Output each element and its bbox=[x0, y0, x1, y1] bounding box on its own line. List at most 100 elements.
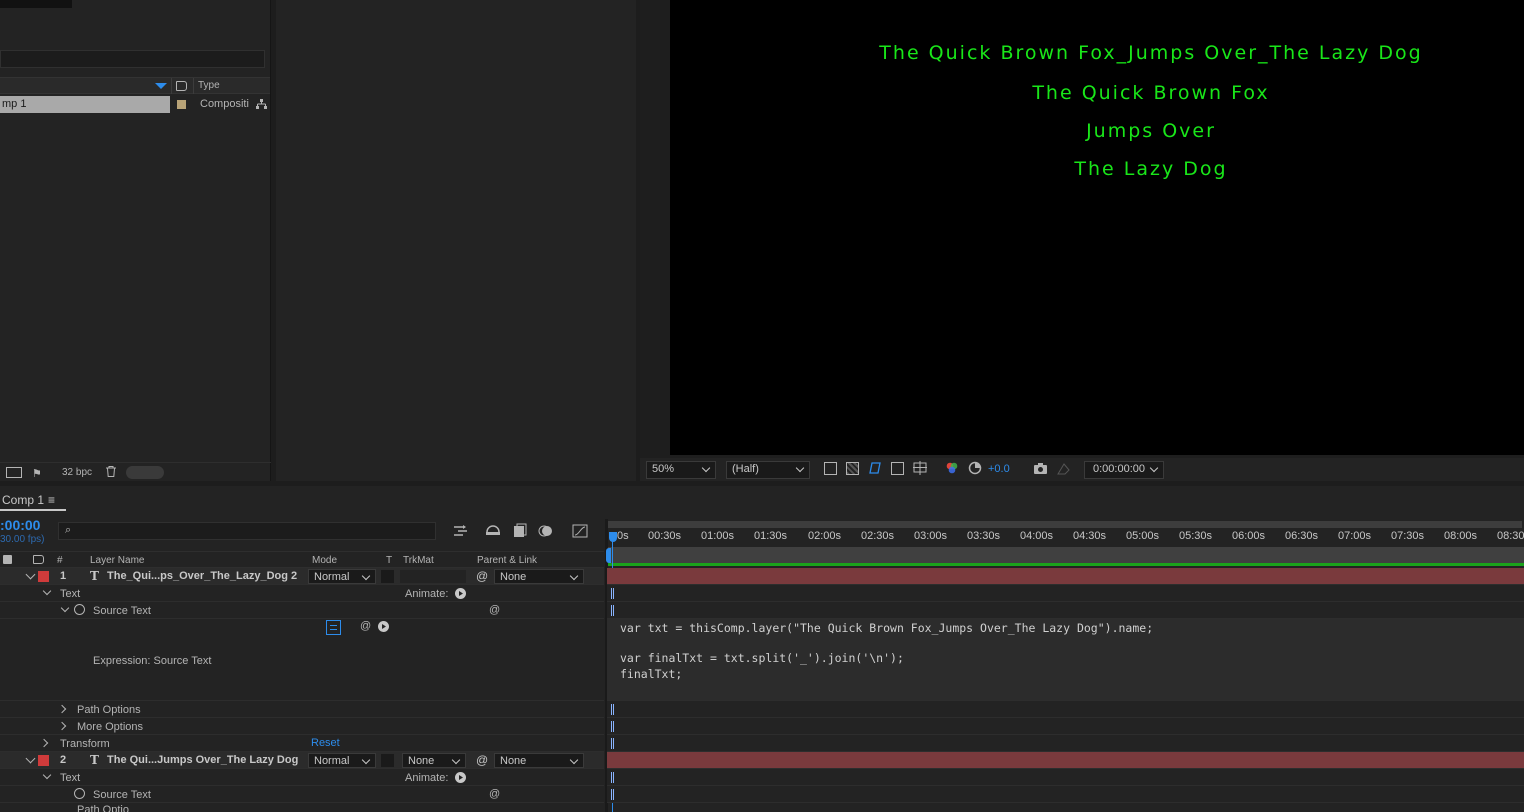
ruler-tick-label: 03:30s bbox=[967, 530, 1001, 542]
trkmat-select[interactable]: None bbox=[402, 753, 466, 768]
pick-whip-icon[interactable]: @ bbox=[476, 753, 488, 767]
column-type-label[interactable]: Type bbox=[198, 80, 220, 91]
expression-enable-toggle[interactable] bbox=[326, 620, 341, 635]
blend-mode-select[interactable]: Normal bbox=[308, 753, 376, 768]
animate-play-icon[interactable] bbox=[455, 588, 466, 599]
interpret-footage-icon[interactable] bbox=[6, 467, 22, 478]
zoom-select[interactable]: 50% bbox=[646, 461, 716, 479]
exposure-value[interactable]: +0.0 bbox=[988, 463, 1010, 475]
work-area-bar[interactable] bbox=[607, 521, 1522, 528]
label-color-red[interactable] bbox=[38, 755, 49, 766]
stopwatch-icon[interactable] bbox=[74, 788, 85, 799]
pick-whip-icon[interactable]: @ bbox=[476, 569, 488, 583]
current-time-readout[interactable]: :00:00 bbox=[0, 517, 40, 533]
project-scrollbar[interactable] bbox=[126, 466, 164, 479]
trkmat-empty[interactable] bbox=[400, 570, 466, 583]
label-color-swatch[interactable] bbox=[177, 100, 186, 109]
layer-duration-bar[interactable] bbox=[607, 568, 1524, 585]
project-search-input[interactable] bbox=[0, 50, 265, 68]
current-time-display[interactable]: 0:00:00:00 bbox=[1084, 461, 1164, 479]
layer-row[interactable]: 1 T The_Qui...ps_Over_The_Lazy_Dog 2 Nor… bbox=[0, 568, 604, 585]
show-snapshot-icon[interactable] bbox=[1056, 462, 1071, 475]
stopwatch-icon[interactable] bbox=[74, 604, 85, 615]
playhead[interactable] bbox=[609, 532, 617, 542]
layer-name[interactable]: The Qui...Jumps Over_The Lazy Dog bbox=[107, 754, 298, 766]
animate-play-icon[interactable] bbox=[455, 772, 466, 783]
grid-guides-icon[interactable] bbox=[913, 461, 927, 475]
keyframe-ibeam bbox=[611, 789, 614, 800]
color-management-icon[interactable] bbox=[968, 461, 982, 475]
work-area-start-handle[interactable] bbox=[606, 548, 611, 563]
path-options-row[interactable]: Path Optio bbox=[0, 803, 604, 812]
timeline-row bbox=[607, 585, 1524, 602]
mask-visibility-icon[interactable] bbox=[868, 461, 882, 475]
collapse-chevron-icon[interactable] bbox=[57, 721, 67, 731]
graph-editor-icon[interactable] bbox=[572, 522, 588, 538]
viewer-text-line-4: The Lazy Dog bbox=[1074, 158, 1228, 180]
sort-down-icon[interactable] bbox=[155, 83, 167, 89]
expand-chevron-icon[interactable] bbox=[42, 770, 52, 780]
transparency-grid-icon[interactable] bbox=[846, 462, 859, 475]
fast-preview-icon[interactable] bbox=[824, 462, 837, 475]
frame-blending-icon[interactable] bbox=[512, 523, 528, 539]
expand-chevron-icon[interactable] bbox=[25, 753, 36, 764]
blend-mode-select[interactable]: Normal bbox=[308, 569, 376, 584]
layer-name[interactable]: The_Qui...ps_Over_The_Lazy_Dog 2 bbox=[107, 570, 297, 582]
channel-icon[interactable] bbox=[945, 461, 959, 475]
expression-language-menu-icon[interactable] bbox=[378, 621, 389, 632]
bit-depth-button[interactable]: 32 bpc bbox=[62, 467, 92, 478]
expand-chevron-icon[interactable] bbox=[60, 603, 70, 613]
motion-blur-icon[interactable] bbox=[538, 523, 554, 539]
label-color-red[interactable] bbox=[38, 571, 49, 582]
source-text-row[interactable]: Source Text @ bbox=[0, 786, 604, 803]
expression-editor[interactable]: var txt = thisComp.layer("The Quick Brow… bbox=[607, 619, 1524, 701]
new-folder-icon[interactable]: ⚑ bbox=[32, 467, 42, 480]
trash-icon[interactable] bbox=[106, 466, 116, 477]
animate-label: Animate: bbox=[405, 772, 449, 784]
column-parent: Parent & Link bbox=[477, 555, 538, 566]
project-item-row[interactable]: mp 1 Compositi bbox=[0, 96, 270, 113]
layer-duration-bar[interactable] bbox=[607, 752, 1524, 769]
ruler-tick-label: 02:00s bbox=[808, 530, 842, 542]
region-of-interest-icon[interactable] bbox=[891, 462, 904, 475]
collapse-chevron-icon[interactable] bbox=[39, 738, 49, 748]
collapse-chevron-icon[interactable] bbox=[57, 704, 67, 714]
parent-select[interactable]: None bbox=[494, 569, 584, 584]
text-group-row[interactable]: Text Animate: bbox=[0, 769, 604, 786]
source-text-row[interactable]: Source Text @ bbox=[0, 602, 604, 619]
search-icon: ⌕ bbox=[65, 524, 72, 536]
middle-panel bbox=[276, 0, 636, 481]
path-options-row[interactable]: Path Options bbox=[0, 701, 604, 718]
preserve-transparency-box[interactable] bbox=[381, 754, 394, 767]
expand-chevron-icon[interactable] bbox=[25, 569, 36, 580]
flowchart-icon[interactable] bbox=[256, 99, 267, 110]
text-layer-icon: T bbox=[90, 753, 99, 767]
preserve-transparency-box[interactable] bbox=[381, 570, 394, 583]
transform-row[interactable]: Transform Reset bbox=[0, 735, 604, 752]
expression-graph-icon[interactable]: @ bbox=[360, 620, 371, 632]
comp-flowchart-icon[interactable] bbox=[452, 523, 468, 539]
draft-3d-icon[interactable] bbox=[485, 523, 501, 539]
ruler-tick-label: 08:00s bbox=[1444, 530, 1478, 542]
label-tag-icon[interactable] bbox=[176, 81, 187, 91]
layer-row[interactable]: 2 T The Qui...Jumps Over_The Lazy Dog No… bbox=[0, 752, 604, 769]
timeline-row bbox=[607, 701, 1524, 718]
expression-pickwhip-icon[interactable]: @ bbox=[489, 604, 500, 616]
text-group-label: Text bbox=[60, 772, 81, 784]
resolution-select[interactable]: (Half) bbox=[726, 461, 810, 479]
time-ruler[interactable] bbox=[607, 528, 1524, 546]
expression-line-3: finalTxt; bbox=[620, 667, 683, 681]
text-group-row[interactable]: Text Animate: bbox=[0, 585, 604, 602]
panel-menu-icon[interactable]: ≡ bbox=[48, 493, 55, 507]
more-options-row[interactable]: More Options bbox=[0, 718, 604, 735]
snapshot-camera-icon[interactable] bbox=[1033, 462, 1048, 475]
composition-canvas[interactable] bbox=[670, 0, 1524, 455]
lock-icon bbox=[3, 555, 12, 564]
reset-link[interactable]: Reset bbox=[311, 737, 340, 749]
timeline-row bbox=[607, 786, 1524, 803]
expression-pickwhip-icon[interactable]: @ bbox=[489, 788, 500, 800]
column-layer-name[interactable]: Layer Name bbox=[90, 555, 144, 566]
timeline-search-input[interactable]: ⌕ bbox=[58, 522, 436, 540]
parent-select[interactable]: None bbox=[494, 753, 584, 768]
expand-chevron-icon[interactable] bbox=[42, 586, 52, 596]
